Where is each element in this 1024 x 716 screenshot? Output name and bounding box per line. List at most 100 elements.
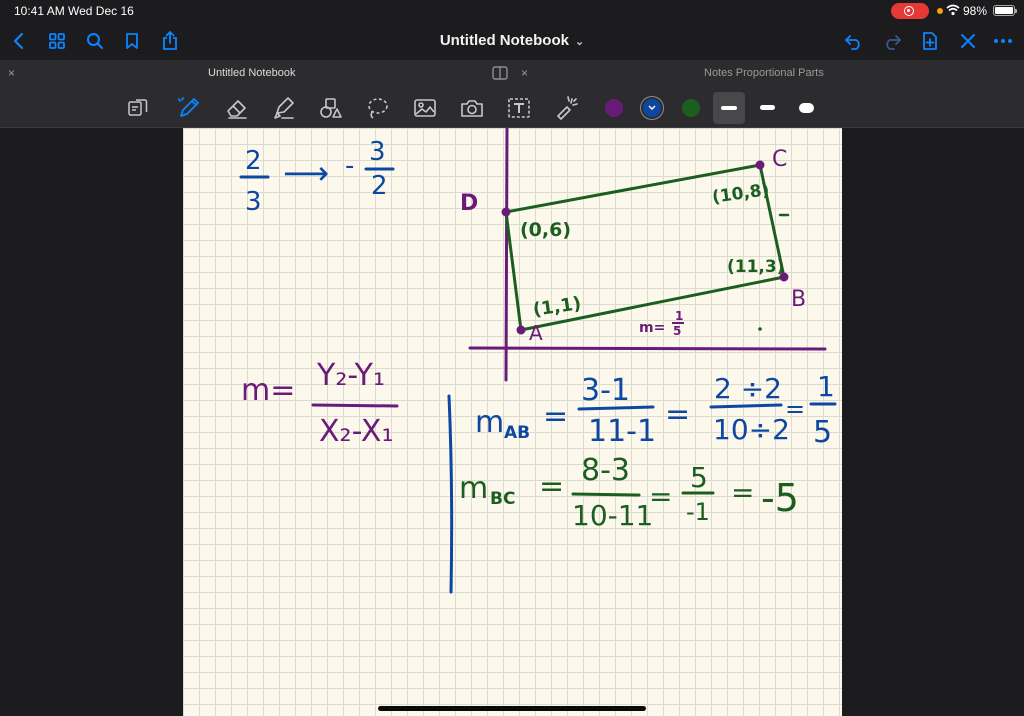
mbc-num2: 5 [690,461,708,494]
y-axis-line [504,128,509,382]
pen-icon [178,97,199,117]
mbc-num: 8-3 [581,453,630,488]
split-view-icon[interactable] [492,66,508,80]
mbc-result: -5 [761,476,799,520]
coord-a: (1,1) [532,293,583,321]
image-icon [414,99,436,117]
mab-eq: = [543,399,568,434]
mbc-eq: = [539,469,564,504]
mbc-eq2: = [649,480,672,513]
eraser-tool-button[interactable] [223,94,251,122]
nav-bar: Untitled Notebook ⌄ [0,22,1024,60]
notebook-title-button[interactable]: Untitled Notebook ⌄ [0,32,1024,49]
mab-num3: 1 [817,370,835,403]
x-axis-line [468,346,827,351]
image-tool-button[interactable] [411,94,439,122]
mab-bar [577,405,655,411]
label-b: B [791,287,806,312]
pen-tool-button[interactable] [175,94,203,122]
formula-den: X₂-X₁ [319,414,394,449]
label-c: C [772,147,787,172]
label-a: A [529,321,543,345]
close-icon [961,34,975,48]
tab-notes-proportional-parts[interactable]: × Notes Proportional Parts [512,60,1024,88]
mab-num2: 2 ÷2 [714,372,782,405]
mab-sub: AB [504,423,530,443]
text-box-icon [508,98,530,118]
vertex-d-dot [501,207,511,217]
stroke-width-medium-button[interactable] [751,92,783,124]
coord-b: (11,3) [727,257,784,277]
lasso-icon [368,98,388,119]
vertex-a-dot [516,325,526,335]
redo-icon [886,35,901,50]
mab-m: m [475,405,504,440]
formula-bar [311,403,399,408]
tab-label: Untitled Notebook [208,67,296,79]
slope-den: 5 [673,324,681,338]
record-icon [904,6,914,16]
mab-den3: 5 [813,415,832,450]
frac1-den: 3 [245,187,262,217]
notebook-title: Untitled Notebook [439,32,569,49]
coord-c: (10,8) [711,180,771,208]
home-indicator[interactable] [378,706,646,711]
neg-sign: - [345,151,354,181]
slope-label: m= [639,320,665,336]
battery-percent: 98% [963,4,988,18]
highlighter-tool-button[interactable] [270,94,298,122]
tab-untitled-notebook[interactable]: × Untitled Notebook [0,60,512,88]
handwritten-notes[interactable]: D C B A (0,6) (10,8) (11,3) (1,1) m= 1 5… [183,128,842,716]
divider-line [447,394,454,594]
status-date: Wed Dec 16 [68,4,134,18]
stray-dot [758,327,762,331]
camera-icon [461,100,483,117]
more-button[interactable] [990,28,1016,54]
tab-close-icon[interactable]: × [8,66,15,80]
redo-button[interactable] [879,28,905,54]
slope-num: 1 [675,309,683,323]
eraser-icon [227,100,247,119]
mbc-den2: -1 [686,498,710,526]
tab-label: Notes Proportional Parts [704,67,824,79]
mab-eq3: = [785,395,805,423]
chevron-down-icon: ⌄ [574,36,585,48]
color-swatch-green[interactable] [682,99,700,117]
mbc-den: 10-11 [572,499,653,532]
wifi-icon [946,4,960,16]
label-d: D [460,191,478,216]
color-swatch-blue[interactable] [643,99,661,117]
stroke-width-thick-button[interactable] [790,92,822,124]
chevron-down-icon [648,105,656,110]
mbc-bar [571,492,641,497]
mab-bar2 [709,403,783,409]
undo-button[interactable] [841,28,867,54]
read-only-icon [128,99,148,116]
laser-pointer-button[interactable] [552,94,580,122]
shapes-icon [320,98,342,118]
color-swatch-purple[interactable] [605,99,623,117]
screen-recording-indicator[interactable] [891,3,929,19]
shapes-tool-button[interactable] [317,94,345,122]
stroke-thin-sample [721,106,737,110]
close-button[interactable] [955,28,981,54]
mbc-sub: BC [490,489,515,509]
stroke-width-thin-button[interactable] [713,92,745,124]
frac2-num: 3 [369,137,386,167]
tab-close-icon[interactable]: × [521,66,528,80]
mab-eq2: = [665,397,690,432]
coord-d: (0,6) [520,219,571,241]
camera-tool-button[interactable] [458,94,486,122]
read-only-mode-button[interactable] [124,94,152,122]
canvas-area[interactable]: D C B A (0,6) (10,8) (11,3) (1,1) m= 1 5… [0,128,1024,716]
stroke-thick-sample [799,103,814,113]
notebook-page[interactable]: D C B A (0,6) (10,8) (11,3) (1,1) m= 1 5… [183,128,842,716]
status-bar: 10:41 AM Wed Dec 16 98% [0,0,1024,22]
text-tool-button[interactable] [505,94,533,122]
stroke-medium-sample [760,105,775,110]
more-icon [994,39,1012,43]
lasso-tool-button[interactable] [364,94,392,122]
vertex-c-dot [755,160,765,170]
add-page-button[interactable] [917,28,943,54]
mab-den: 11-1 [588,414,656,449]
